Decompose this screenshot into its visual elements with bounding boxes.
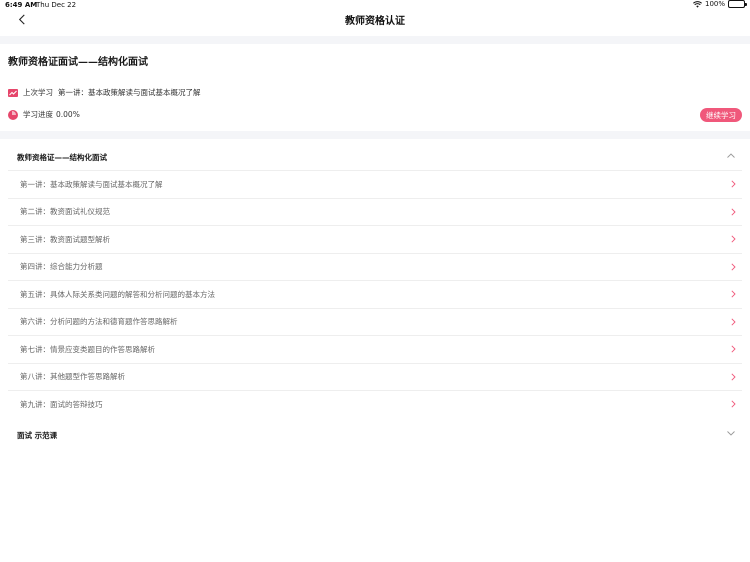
- chevron-right-icon: [731, 372, 736, 381]
- lesson-item[interactable]: 第一讲：基本政策解读与面试基本概况了解: [8, 170, 742, 198]
- status-right: 100%: [693, 0, 747, 8]
- chevron-right-icon: [731, 235, 736, 243]
- lesson-item[interactable]: 第五讲：具体人际关系类问题的解答和分析问题的基本方法: [8, 280, 742, 308]
- nav-bar: 教师资格认证: [0, 8, 750, 36]
- lesson-list: 第一讲：基本政策解读与面试基本概况了解 第二讲：教资面试礼仪规范 第三讲：教资面…: [8, 170, 742, 418]
- progress-pie-icon: [8, 109, 18, 120]
- chevron-right-icon: [731, 262, 736, 271]
- progress-row: 学习进度 0.00%: [8, 109, 80, 120]
- page-title: 教师资格认证: [345, 16, 405, 27]
- last-studied-lesson: 第一讲：基本政策解读与面试基本概况了解: [58, 88, 201, 97]
- chevron-right-icon: [731, 345, 736, 353]
- last-studied-label: 上次学习: [23, 88, 53, 97]
- section-header-demo-class[interactable]: 面试 示范课: [8, 420, 742, 450]
- lesson-title: 第五讲：具体人际关系类问题的解答和分析问题的基本方法: [20, 289, 215, 299]
- separator: [0, 131, 750, 139]
- lesson-item[interactable]: 第八讲：其他题型作答思路解析: [8, 362, 742, 391]
- separator: [0, 36, 750, 44]
- chevron-right-icon: [731, 400, 736, 408]
- wifi-icon: [693, 0, 702, 8]
- lesson-title: 第七讲：情景应变类题目的作答思路解析: [20, 344, 155, 354]
- chevron-right-icon: [731, 207, 736, 216]
- chevron-up-icon: [727, 153, 735, 158]
- lesson-item[interactable]: 第六讲：分析问题的方法和德育题作答思路解析: [8, 307, 742, 336]
- section-header-structured-interview[interactable]: 教师资格证——结构化面试: [8, 142, 742, 172]
- chevron-down-icon: [727, 431, 735, 436]
- progress-label: 学习进度: [23, 110, 53, 119]
- lesson-title: 第四讲：综合能力分析题: [20, 262, 103, 272]
- last-studied-row[interactable]: 上次学习 第一讲：基本政策解读与面试基本概况了解: [8, 87, 201, 98]
- lesson-title: 第九讲：面试的答辩技巧: [20, 399, 103, 409]
- lesson-item[interactable]: 第九讲：面试的答辩技巧: [8, 390, 742, 418]
- lesson-item[interactable]: 第七讲：情景应变类题目的作答思路解析: [8, 335, 742, 363]
- progress-value: 0.00%: [56, 110, 80, 119]
- battery-percent: 100%: [704, 0, 725, 8]
- chevron-right-icon: [731, 290, 736, 298]
- lesson-title: 第三讲：教资面试题型解析: [20, 234, 110, 244]
- battery-icon: [728, 0, 747, 8]
- lesson-item[interactable]: 第四讲：综合能力分析题: [8, 252, 742, 281]
- lesson-item[interactable]: 第三讲：教资面试题型解析: [8, 225, 742, 253]
- section-title: 面试 示范课: [17, 430, 58, 440]
- chart-icon: [8, 88, 18, 97]
- lesson-title: 第一讲：基本政策解读与面试基本概况了解: [20, 179, 163, 189]
- lesson-title: 第二讲：教资面试礼仪规范: [20, 207, 110, 217]
- continue-learning-button[interactable]: 继续学习: [700, 108, 742, 122]
- lesson-title: 第八讲：其他题型作答思路解析: [20, 372, 125, 382]
- lesson-title: 第六讲：分析问题的方法和德育题作答思路解析: [20, 317, 178, 327]
- lesson-item[interactable]: 第二讲：教资面试礼仪规范: [8, 197, 742, 226]
- chevron-right-icon: [731, 180, 736, 188]
- section-title: 教师资格证——结构化面试: [17, 152, 107, 162]
- chevron-right-icon: [731, 317, 736, 326]
- course-title: 教师资格证面试——结构化面试: [8, 57, 148, 68]
